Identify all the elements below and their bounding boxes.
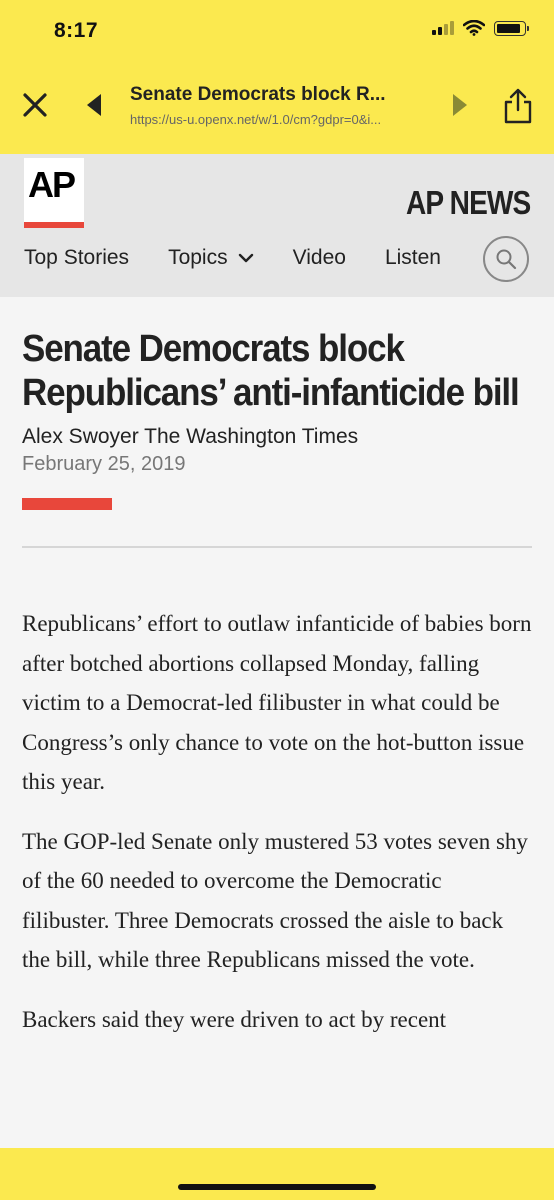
site-header: AP AP NEWS Top Stories Topics Video List… — [0, 154, 554, 297]
chevron-down-icon — [238, 253, 253, 263]
nav-video[interactable]: Video — [293, 246, 346, 270]
back-button[interactable] — [80, 90, 110, 120]
search-icon — [496, 249, 517, 270]
forward-arrow-icon — [453, 94, 467, 116]
nav-top-stories-label: Top Stories — [24, 246, 130, 269]
close-button[interactable] — [18, 88, 52, 122]
article: Senate Democrats block Republicans’ anti… — [22, 297, 532, 1059]
bottom-toolbar — [0, 1148, 554, 1200]
article-paragraph: Republicans’ effort to outlaw infanticid… — [22, 611, 532, 794]
nav-topics[interactable]: Topics — [168, 246, 254, 270]
accent-rule — [22, 498, 112, 510]
nav-topics-label: Topics — [168, 246, 228, 269]
cellular-signal-icon — [432, 21, 454, 35]
back-arrow-icon — [87, 94, 101, 116]
nav-listen[interactable]: Listen — [385, 246, 441, 270]
ap-logo[interactable]: AP — [24, 158, 84, 228]
browser-url: https://us-u.openx.net/w/1.0/cm?gdpr=0&i… — [130, 112, 382, 127]
forward-button[interactable] — [444, 90, 474, 120]
share-icon — [504, 88, 532, 124]
browser-chrome: 8:17 Senate Democrats block R... https:/… — [0, 0, 554, 154]
article-date: February 25, 2019 — [22, 453, 186, 475]
ap-logo-bar — [24, 222, 84, 228]
divider — [22, 546, 532, 548]
wifi-icon — [463, 20, 485, 36]
browser-page-title: Senate Democrats block R... — [130, 84, 386, 105]
ap-logo-text: AP — [28, 164, 76, 205]
status-time: 8:17 — [54, 19, 99, 42]
article-body: Republicans’ effort to outlaw infanticid… — [22, 604, 532, 1039]
nav-top-stories[interactable]: Top Stories — [24, 246, 129, 270]
article-paragraph: Backers said they were driven to act by … — [22, 1006, 447, 1032]
article-byline: Alex Swoyer The Washington Times — [22, 425, 359, 448]
close-icon — [23, 93, 47, 117]
article-headline: Senate Democrats block Republicans’ anti… — [22, 328, 520, 414]
battery-icon — [494, 20, 529, 36]
search-button[interactable] — [483, 236, 529, 282]
site-name[interactable]: AP NEWS — [406, 184, 531, 222]
share-button[interactable] — [500, 86, 536, 126]
main-nav: Top Stories Topics Video Listen — [24, 246, 480, 270]
nav-listen-label: Listen — [384, 246, 441, 269]
status-icons — [432, 20, 529, 36]
article-paragraph: The GOP-led Senate only mustered 53 vote… — [22, 828, 528, 973]
nav-video-label: Video — [292, 246, 346, 269]
home-indicator[interactable] — [178, 1184, 376, 1190]
